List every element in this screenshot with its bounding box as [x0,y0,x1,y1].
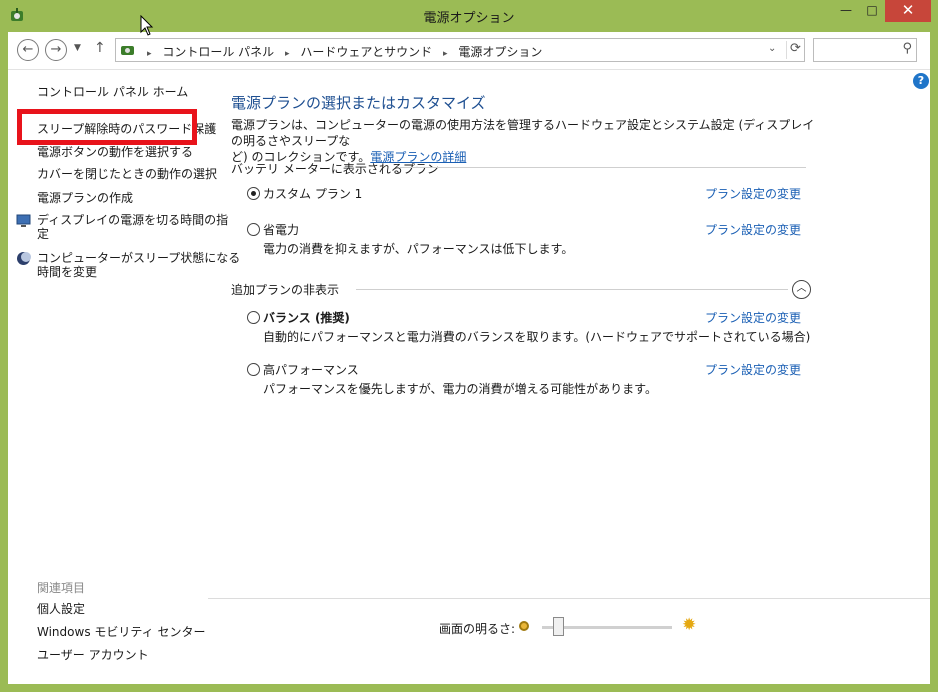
footer-divider [208,598,930,599]
sidebar-home-link[interactable]: コントロール パネル ホーム [37,85,188,99]
sidebar-item-label: コンピューターがスリープ状態になる [37,251,241,265]
recent-locations-dropdown[interactable]: ▼ [74,43,81,53]
related-link-mobility-center[interactable]: Windows モビリティ センター [37,625,205,639]
up-button[interactable]: ↑ [94,40,106,56]
breadcrumb: ▸ コントロール パネル ▸ ハードウェアとサウンド ▸ 電源オプション [140,43,542,60]
up-arrow-icon: ↑ [94,40,106,56]
plan-description: パフォーマンスを優先しますが、電力の消費が増える可能性があります。 [263,382,657,396]
close-icon: ✕ [901,1,915,19]
maximize-button[interactable]: □ [859,0,885,22]
chevron-up-icon: ︿ [796,283,807,294]
refresh-button[interactable]: ⟳ [786,41,804,59]
plan-radio-balanced[interactable] [247,311,260,324]
maximize-icon: □ [866,3,878,17]
address-history-dropdown[interactable]: ⌄ [768,43,776,54]
sidebar-item-label: 定 [37,227,50,241]
back-button[interactable]: ← [17,39,39,61]
refresh-icon: ⟳ [790,41,801,56]
sleep-moon-icon [17,252,31,265]
divider [400,167,806,168]
forward-button[interactable]: → [45,39,67,61]
sidebar-item-create-plan[interactable]: 電源プランの作成 [37,191,133,205]
intro-line: 電源プランは、コンピューターの電源の使用方法を管理するハードウェア設定とシステム… [231,118,815,148]
sidebar: コントロール パネル ホーム スリープ解除時のパスワード保護 電源ボタンの動作を… [8,71,240,684]
plan-name[interactable]: カスタム プラン 1 [263,185,362,202]
client-area: ← → ▼ ↑ ▸ コントロール パネル ▸ ハードウェアとサウンド ▸ 電源オ… [8,32,930,684]
search-icon: ⚲ [902,41,912,56]
forward-arrow-icon: → [50,42,62,57]
sidebar-item-sleep-time[interactable]: コンピューターがスリープ状態になる 時間を変更 [37,251,240,279]
search-input[interactable]: ⚲ [813,38,917,62]
breadcrumb-separator-icon: ▸ [285,49,290,59]
sidebar-item-display-off-time[interactable]: ディスプレイの電源を切る時間の指 定 [37,213,228,241]
sidebar-item-power-button[interactable]: 電源ボタンの動作を選択する [37,145,193,159]
minimize-button[interactable]: — [833,0,859,22]
chevron-down-icon: ▼ [74,43,81,53]
plan-description: 電力の消費を抑えますが、パフォーマンスは低下します。 [263,242,574,256]
plan-radio-power-saver[interactable] [247,223,260,236]
display-power-icon [16,214,31,227]
change-plan-settings-link[interactable]: プラン設定の変更 [705,361,801,378]
window-frame: 電源オプション — □ ✕ ← → ▼ ↑ ▸ コントロール パネル ▸ ハード… [0,0,938,692]
plan-radio-high-performance[interactable] [247,363,260,376]
breadcrumb-control-panel[interactable]: コントロール パネル [162,45,274,59]
breadcrumb-separator-icon: ▸ [147,49,152,59]
plan-name[interactable]: 高パフォーマンス [263,361,359,378]
dim-sun-icon [519,621,529,631]
address-bar-row: ← → ▼ ↑ ▸ コントロール パネル ▸ ハードウェアとサウンド ▸ 電源オ… [8,32,930,70]
minimize-icon: — [840,3,852,17]
sidebar-item-lid-close[interactable]: カバーを閉じたときの動作の選択 [37,167,217,181]
close-button[interactable]: ✕ [885,0,931,22]
breadcrumb-hardware-sound[interactable]: ハードウェアとサウンド [300,45,432,59]
plan-name[interactable]: バランス (推奨) [263,309,350,326]
brightness-label: 画面の明るさ: [439,622,516,636]
divider [356,289,788,290]
related-heading: 関連項目 [37,581,86,595]
mouse-cursor-icon [140,15,154,36]
related-link-user-accounts[interactable]: ユーザー アカウント [37,648,149,662]
sidebar-item-label: ディスプレイの電源を切る時間の指 [37,213,229,227]
breadcrumb-power-options[interactable]: 電源オプション [458,45,542,59]
change-plan-settings-link[interactable]: プラン設定の変更 [705,185,801,202]
group-heading-shown: バッテリ メーターに表示されるプラン [231,162,439,176]
collapse-hidden-plans-button[interactable]: ︿ [792,280,811,299]
intro-text: 電源プランは、コンピューターの電源の使用方法を管理するハードウェア設定とシステム… [231,117,816,165]
bright-sun-icon: ✹ [682,615,697,635]
related-link-personalization[interactable]: 個人設定 [37,602,85,616]
sidebar-item-label: 時間を変更 [37,265,98,279]
plan-radio-custom[interactable] [247,187,260,200]
plan-name[interactable]: 省電力 [263,221,299,238]
change-plan-settings-link[interactable]: プラン設定の変更 [705,309,801,326]
breadcrumb-separator-icon: ▸ [442,49,448,59]
address-field[interactable]: ▸ コントロール パネル ▸ ハードウェアとサウンド ▸ 電源オプション ⌄ ⟳ [115,38,805,62]
red-highlight-box [17,109,197,145]
back-arrow-icon: ← [22,42,34,57]
chevron-down-icon: ⌄ [768,43,777,54]
control-panel-icon [121,46,134,55]
page-title: 電源プランの選択またはカスタマイズ [231,94,486,112]
brightness-slider-thumb[interactable] [552,617,564,636]
plan-description: 自動的にパフォーマンスと電力消費のバランスを取ります。(ハードウェアでサポートさ… [263,330,811,344]
change-plan-settings-link[interactable]: プラン設定の変更 [705,221,801,238]
group-heading-hidden[interactable]: 追加プランの非表示 [231,281,339,298]
main-content: 電源プランの選択またはカスタマイズ 電源プランは、コンピューターの電源の使用方法… [228,71,918,631]
